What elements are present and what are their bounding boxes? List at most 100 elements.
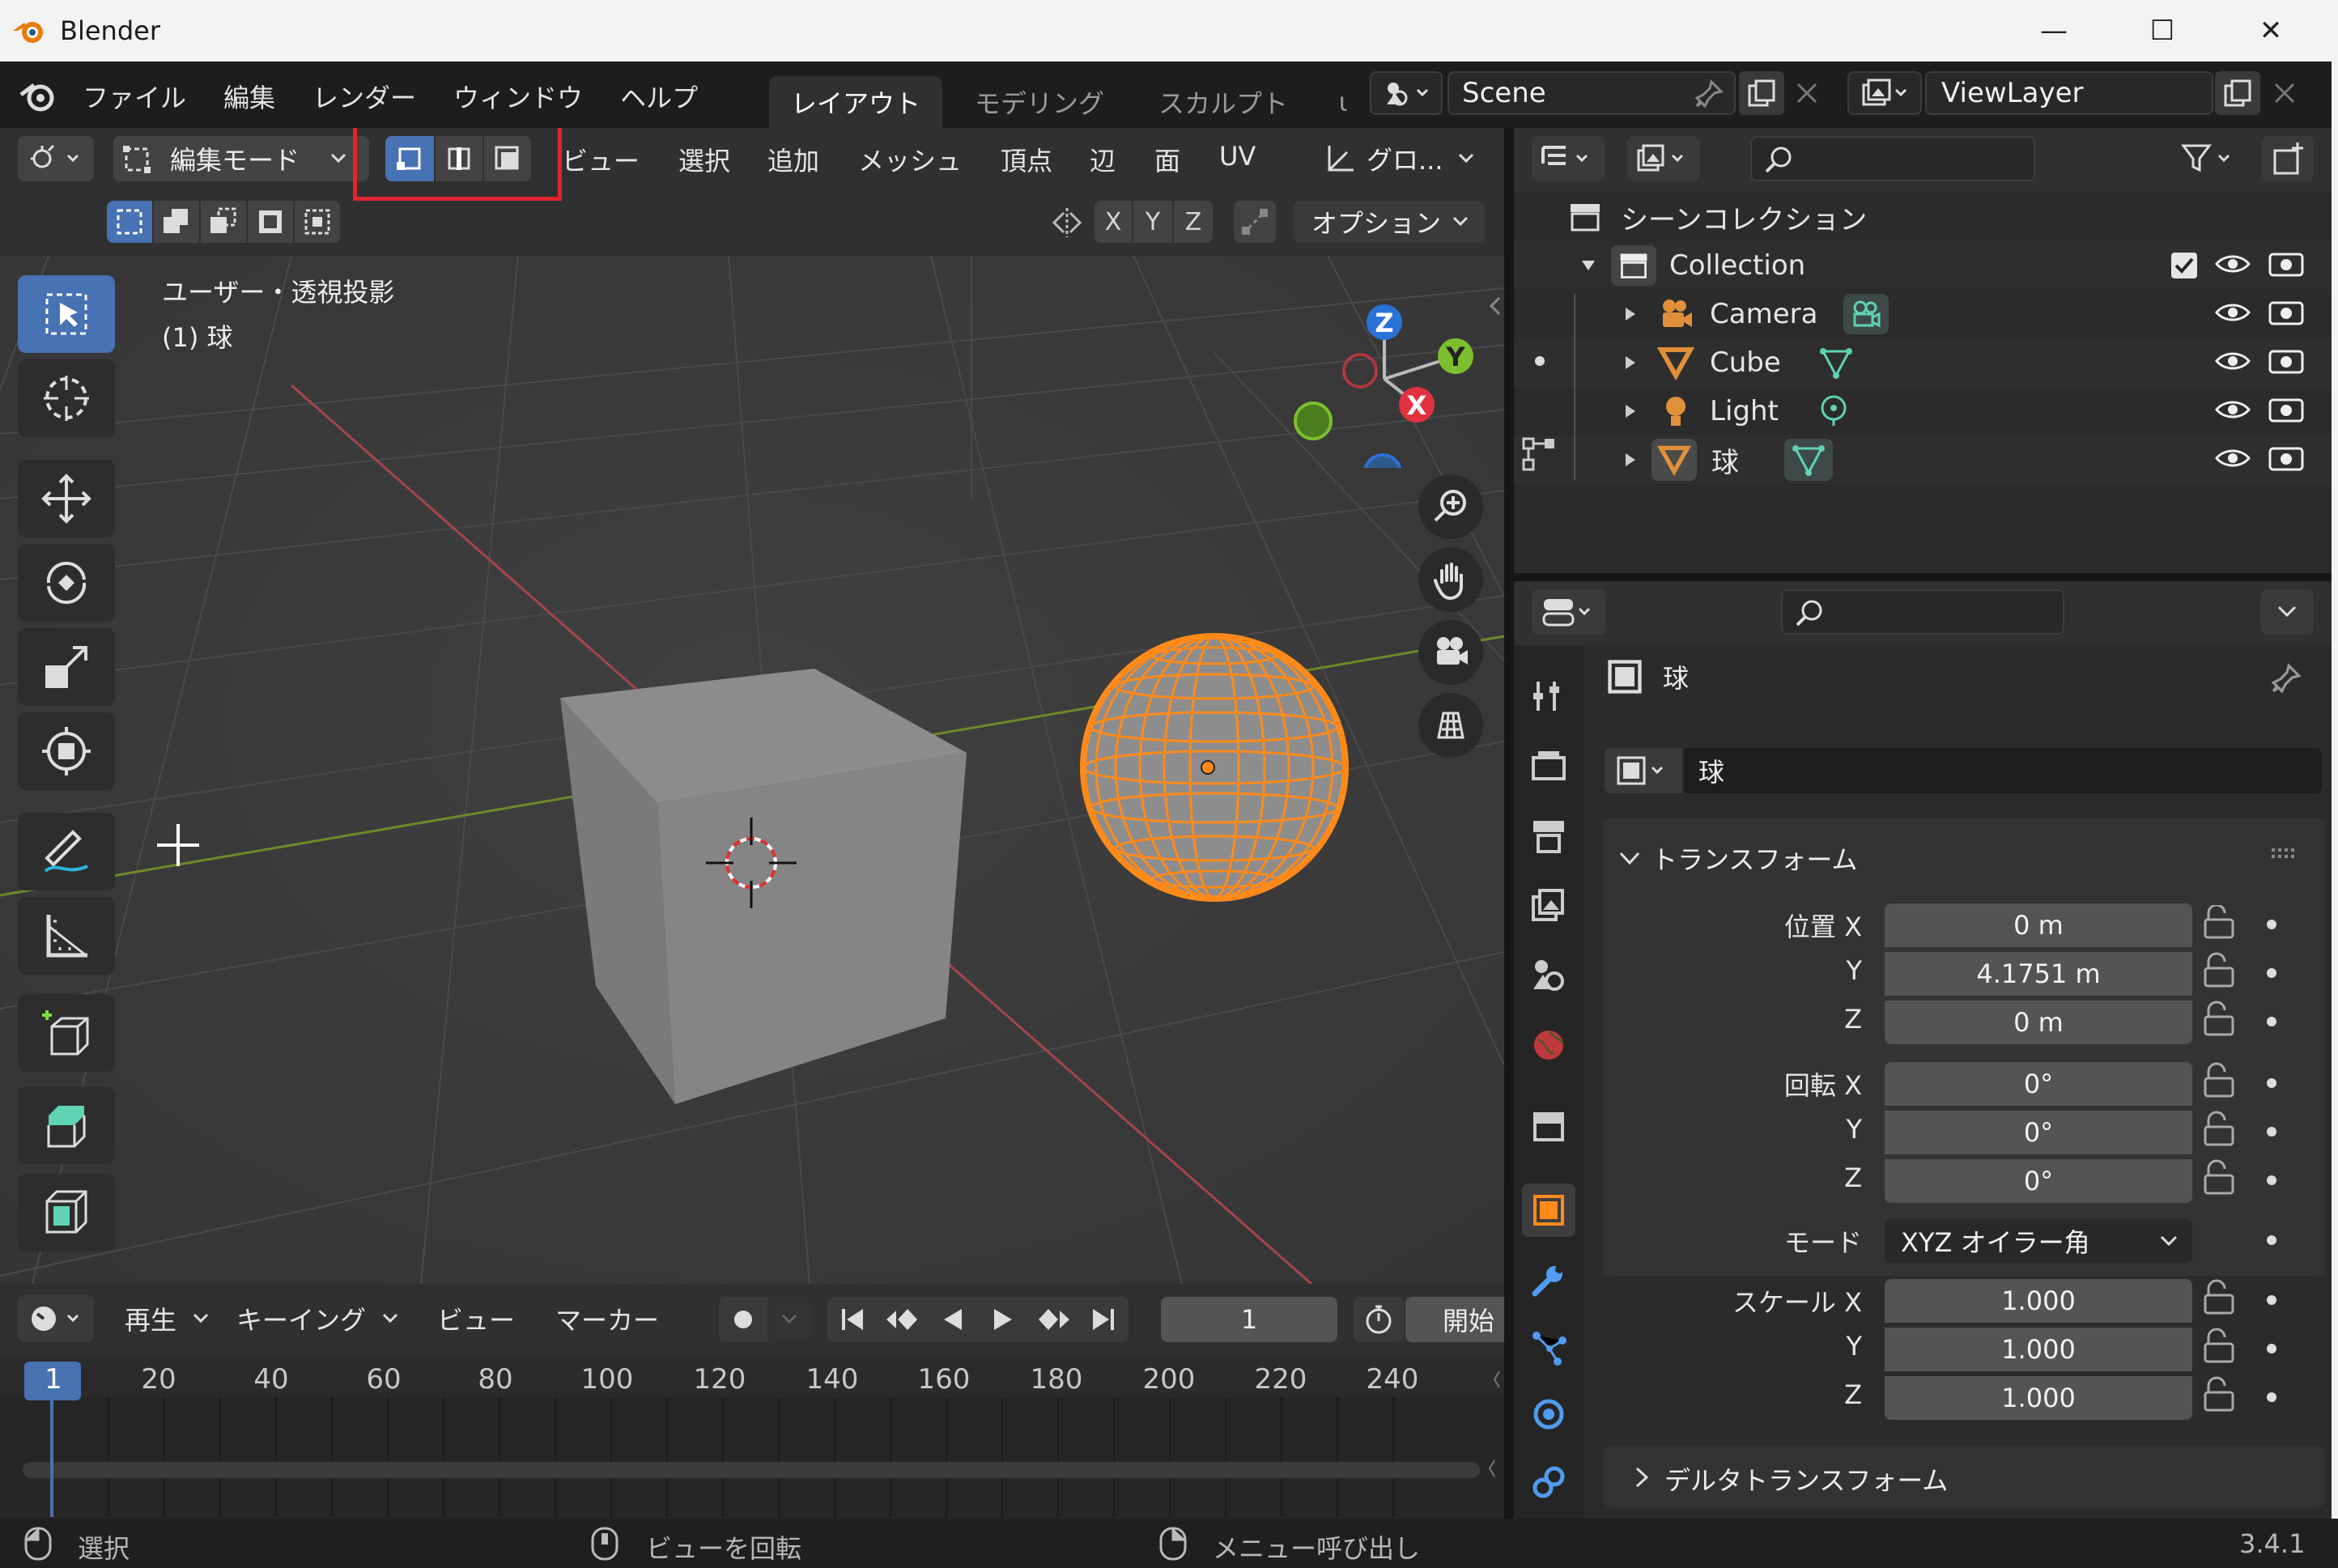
menu-file[interactable]: ファイル (83, 78, 186, 115)
tool-move[interactable] (18, 460, 115, 538)
filter-button[interactable] (2170, 136, 2247, 181)
outliner-row-camera[interactable]: Camera (1514, 290, 2332, 338)
menu-window[interactable]: ウィンドウ (453, 78, 583, 115)
outliner-row-scene-collection[interactable]: シーンコレクション (1514, 193, 2332, 241)
object-browse-button[interactable] (1605, 748, 1682, 793)
menu-edge[interactable]: 辺 (1090, 141, 1116, 178)
menu-timeline-view[interactable]: ビュー (437, 1300, 515, 1337)
menu-vertex[interactable]: 頂点 (1001, 141, 1052, 178)
menu-view[interactable]: ビュー (562, 141, 640, 178)
record-button[interactable] (719, 1297, 767, 1342)
sphere-object[interactable] (1080, 633, 1349, 902)
location-y-field[interactable]: 4.1751 m (1885, 952, 2192, 996)
outliner-search-input[interactable] (1750, 136, 2035, 181)
tool-transform[interactable] (18, 712, 115, 790)
gizmo-neg-x[interactable] (1342, 353, 1378, 389)
camera-view-button[interactable] (1418, 620, 1483, 685)
tab-more[interactable]: ι (1324, 76, 1362, 128)
scale-x-field[interactable]: 1.000 (1885, 1279, 2192, 1323)
light-data-icon[interactable] (1816, 393, 1851, 429)
properties-editor[interactable]: 球 球 トランスフォーム 位置 X 0 m Y 4.1751 m Z 0 m 回… (1514, 581, 2332, 1519)
viewlayer-delete-button[interactable] (2264, 71, 2306, 115)
face-select-button[interactable] (484, 136, 531, 181)
mirror-icon[interactable] (1048, 202, 1086, 243)
outliner-row-collection[interactable]: Collection (1514, 241, 2332, 290)
tab-constraints[interactable] (1522, 1455, 1575, 1509)
scene-browse-button[interactable] (1370, 71, 1443, 115)
pin-icon[interactable] (1689, 74, 1729, 113)
properties-search-input[interactable] (1781, 589, 2064, 635)
menu-help[interactable]: ヘルプ (620, 78, 698, 115)
blender-menu-icon[interactable] (15, 76, 60, 117)
outliner-row-sphere[interactable]: 球 (1514, 436, 2332, 484)
collection-exclude-checkbox[interactable] (2171, 253, 2197, 278)
timeline-editor[interactable]: 再生 キーイング ビュー マーカー 1 開始 1 20 40 60 80 100… (0, 1284, 1504, 1519)
viewlayer-browse-button[interactable] (1847, 71, 1922, 115)
jump-start-button[interactable] (827, 1297, 878, 1342)
select-extend-button[interactable] (154, 201, 199, 243)
tool-annotate[interactable] (18, 813, 115, 890)
mode-select[interactable]: 編集モード (113, 136, 369, 181)
location-x-field[interactable]: 0 m (1885, 903, 2192, 947)
frame-start-field[interactable]: 開始 (1405, 1297, 1504, 1342)
viewlayer-duplicate-button[interactable] (2215, 71, 2260, 115)
prev-keyframe-button[interactable] (878, 1297, 928, 1342)
viewlayer-name-field[interactable]: ViewLayer (1925, 71, 2213, 115)
properties-editor-type-button[interactable] (1532, 589, 1606, 635)
outliner-editor[interactable]: シーンコレクション Collection Camera Cube Light 球 (1514, 128, 2332, 573)
pin-icon[interactable] (2270, 662, 2306, 698)
minimize-button[interactable]: — (2000, 0, 2108, 62)
options-dropdown[interactable]: オプション (1294, 201, 1485, 243)
area-divider[interactable] (1504, 128, 1514, 1519)
preview-range-button[interactable] (1354, 1297, 1404, 1342)
object-name-field[interactable]: 球 (1684, 748, 2322, 793)
outliner-editor-type-button[interactable] (1532, 136, 1605, 181)
gizmo-neg-z[interactable] (1363, 453, 1402, 468)
tab-render[interactable] (1522, 740, 1575, 793)
tab-output[interactable] (1522, 809, 1575, 863)
pan-button[interactable] (1418, 547, 1483, 612)
tool-rotate[interactable] (18, 544, 115, 622)
menu-select[interactable]: 選択 (678, 141, 730, 178)
keying-set-dropdown[interactable] (769, 1297, 810, 1342)
rotation-x-field[interactable]: 0° (1885, 1062, 2192, 1106)
menu-add[interactable]: 追加 (767, 141, 819, 178)
mesh-data-icon[interactable] (1818, 345, 1854, 380)
select-invert-button[interactable] (248, 201, 293, 243)
mirror-x-button[interactable]: X (1095, 201, 1132, 243)
menu-mesh[interactable]: メッシュ (858, 141, 962, 178)
tool-add-cube[interactable] (18, 994, 115, 1072)
mirror-z-button[interactable]: Z (1174, 201, 1213, 243)
new-collection-button[interactable] (2262, 136, 2314, 181)
tool-select-box[interactable] (18, 275, 115, 353)
rotation-mode-select[interactable]: XYZ オイラー角 (1885, 1219, 2192, 1263)
outliner-row-light[interactable]: Light (1514, 387, 2332, 436)
tool-cursor[interactable] (18, 359, 115, 437)
menu-keying[interactable]: キーイング (236, 1300, 398, 1337)
outliner-restriction-columns[interactable] (2213, 248, 2319, 474)
tab-layout[interactable]: レイアウト (769, 76, 942, 128)
scale-y-field[interactable]: 1.000 (1885, 1328, 2192, 1371)
play-reverse-button[interactable] (928, 1297, 978, 1342)
menu-uv[interactable]: UV (1219, 141, 1256, 172)
maximize-button[interactable]: ☐ (2108, 0, 2217, 62)
camera-data-icon[interactable] (1843, 294, 1890, 334)
current-frame-field[interactable]: 1 (1161, 1297, 1337, 1342)
menu-marker[interactable]: マーカー (555, 1300, 659, 1337)
gizmo-neg-y[interactable] (1294, 402, 1333, 440)
next-keyframe-button[interactable] (1028, 1297, 1078, 1342)
scene-duplicate-button[interactable] (1739, 71, 1784, 115)
ortho-toggle-button[interactable] (1418, 693, 1483, 758)
mesh-data-icon[interactable] (1784, 439, 1833, 481)
mirror-y-button[interactable]: Y (1133, 201, 1172, 243)
timeline-scrollbar[interactable] (23, 1462, 1480, 1478)
edge-select-button[interactable] (436, 136, 482, 181)
tool-extrude[interactable] (18, 1086, 115, 1164)
tool-inset[interactable] (18, 1174, 115, 1251)
close-button[interactable]: ✕ (2217, 0, 2325, 62)
play-button[interactable] (978, 1297, 1028, 1342)
3d-viewport[interactable]: 編集モード ビュー 選択 追加 メッシュ 頂点 辺 面 UV グロ... X Y… (0, 128, 1504, 1284)
menu-edit[interactable]: 編集 (223, 78, 275, 115)
rotation-y-field[interactable]: 0° (1885, 1111, 2192, 1154)
transform-panel-header[interactable]: トランスフォーム (1617, 835, 1857, 881)
